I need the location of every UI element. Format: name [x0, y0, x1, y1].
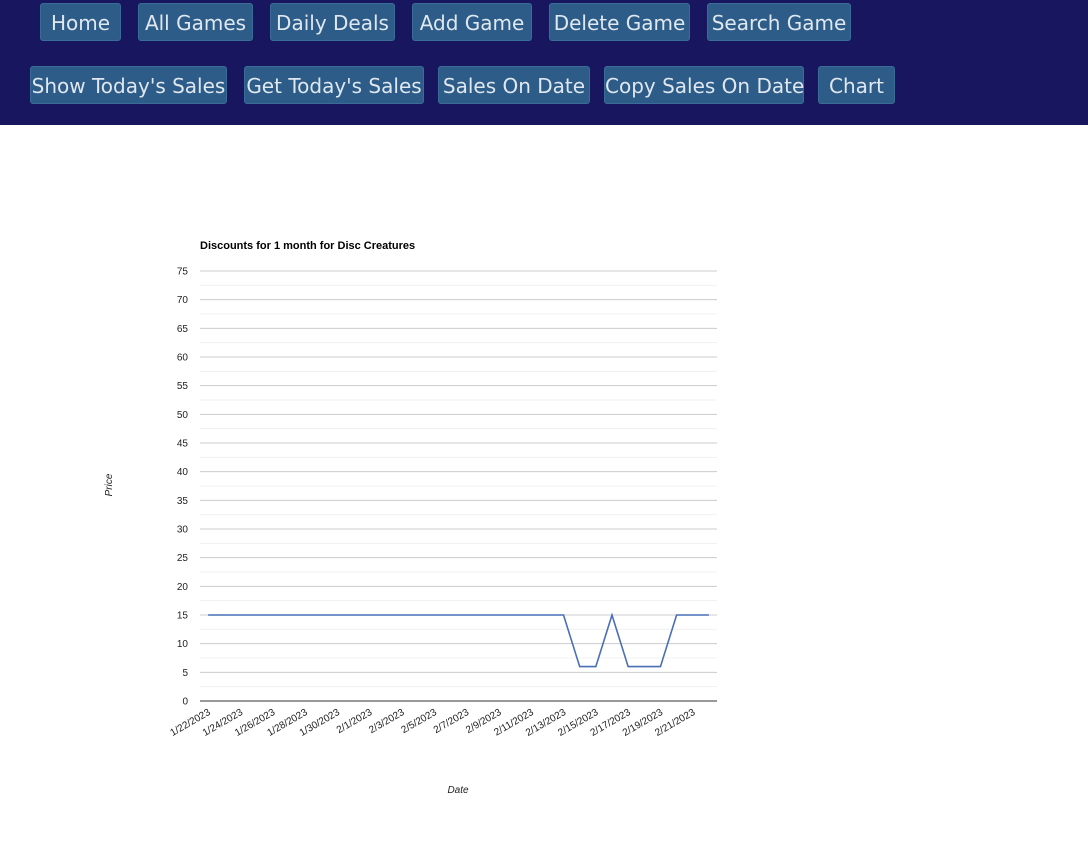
chart-title: Discounts for 1 month for Disc Creatures	[200, 240, 415, 252]
x-axis-label: Date	[447, 785, 469, 796]
search-game-button[interactable]: Search Game	[707, 3, 851, 41]
y-tick-label: 65	[177, 324, 189, 335]
y-tick-label: 25	[177, 553, 189, 564]
delete-game-button[interactable]: Delete Game	[549, 3, 690, 41]
x-tick-label: 2/1/2023	[335, 707, 375, 736]
sales-on-date-button[interactable]: Sales On Date	[438, 66, 590, 104]
x-tick-labels: 1/22/20231/24/20231/26/20231/28/20231/30…	[169, 707, 698, 739]
y-tick-label: 35	[177, 496, 189, 507]
y-tick-label: 45	[177, 439, 189, 450]
grid-lines	[200, 270, 717, 702]
home-button[interactable]: Home	[40, 3, 121, 41]
series-layer	[208, 612, 709, 668]
y-tick-labels: 0 5 10 15 20 25 30 35 40 45 50 55 60 65 70 75	[177, 267, 189, 708]
y-tick-label: 15	[177, 611, 189, 622]
y-axis-label: Price	[104, 473, 115, 496]
y-tick-label: 20	[177, 582, 189, 593]
chart-area: Discounts for 1 month for Disc Creatures…	[0, 125, 1088, 843]
show-todays-sales-button[interactable]: Show Today's Sales	[30, 66, 227, 104]
x-tick-label: 2/3/2023	[367, 707, 407, 736]
add-game-button[interactable]: Add Game	[412, 3, 532, 41]
series-line	[208, 612, 709, 668]
y-tick-label: 5	[182, 668, 188, 679]
get-todays-sales-button[interactable]: Get Today's Sales	[244, 66, 424, 104]
y-tick-label: 55	[177, 381, 189, 392]
chart-button[interactable]: Chart	[818, 66, 895, 104]
x-tick-label: 2/7/2023	[432, 707, 472, 736]
copy-sales-on-date-button[interactable]: Copy Sales On Date	[604, 66, 804, 104]
y-tick-label: 70	[177, 295, 189, 306]
top-navbar: Home All Games Daily Deals Add Game Dele…	[0, 0, 1088, 125]
x-tick-label: 2/5/2023	[400, 707, 440, 736]
y-tick-label: 10	[177, 639, 189, 650]
y-tick-label: 60	[177, 353, 189, 364]
y-tick-label: 30	[177, 525, 189, 536]
y-tick-label: 40	[177, 467, 189, 478]
y-tick-label: 75	[177, 267, 189, 278]
y-tick-label: 0	[182, 697, 188, 708]
y-tick-label: 50	[177, 410, 189, 421]
daily-deals-button[interactable]: Daily Deals	[270, 3, 395, 41]
all-games-button[interactable]: All Games	[138, 3, 253, 41]
price-line-chart: Discounts for 1 month for Disc Creatures…	[104, 240, 717, 796]
